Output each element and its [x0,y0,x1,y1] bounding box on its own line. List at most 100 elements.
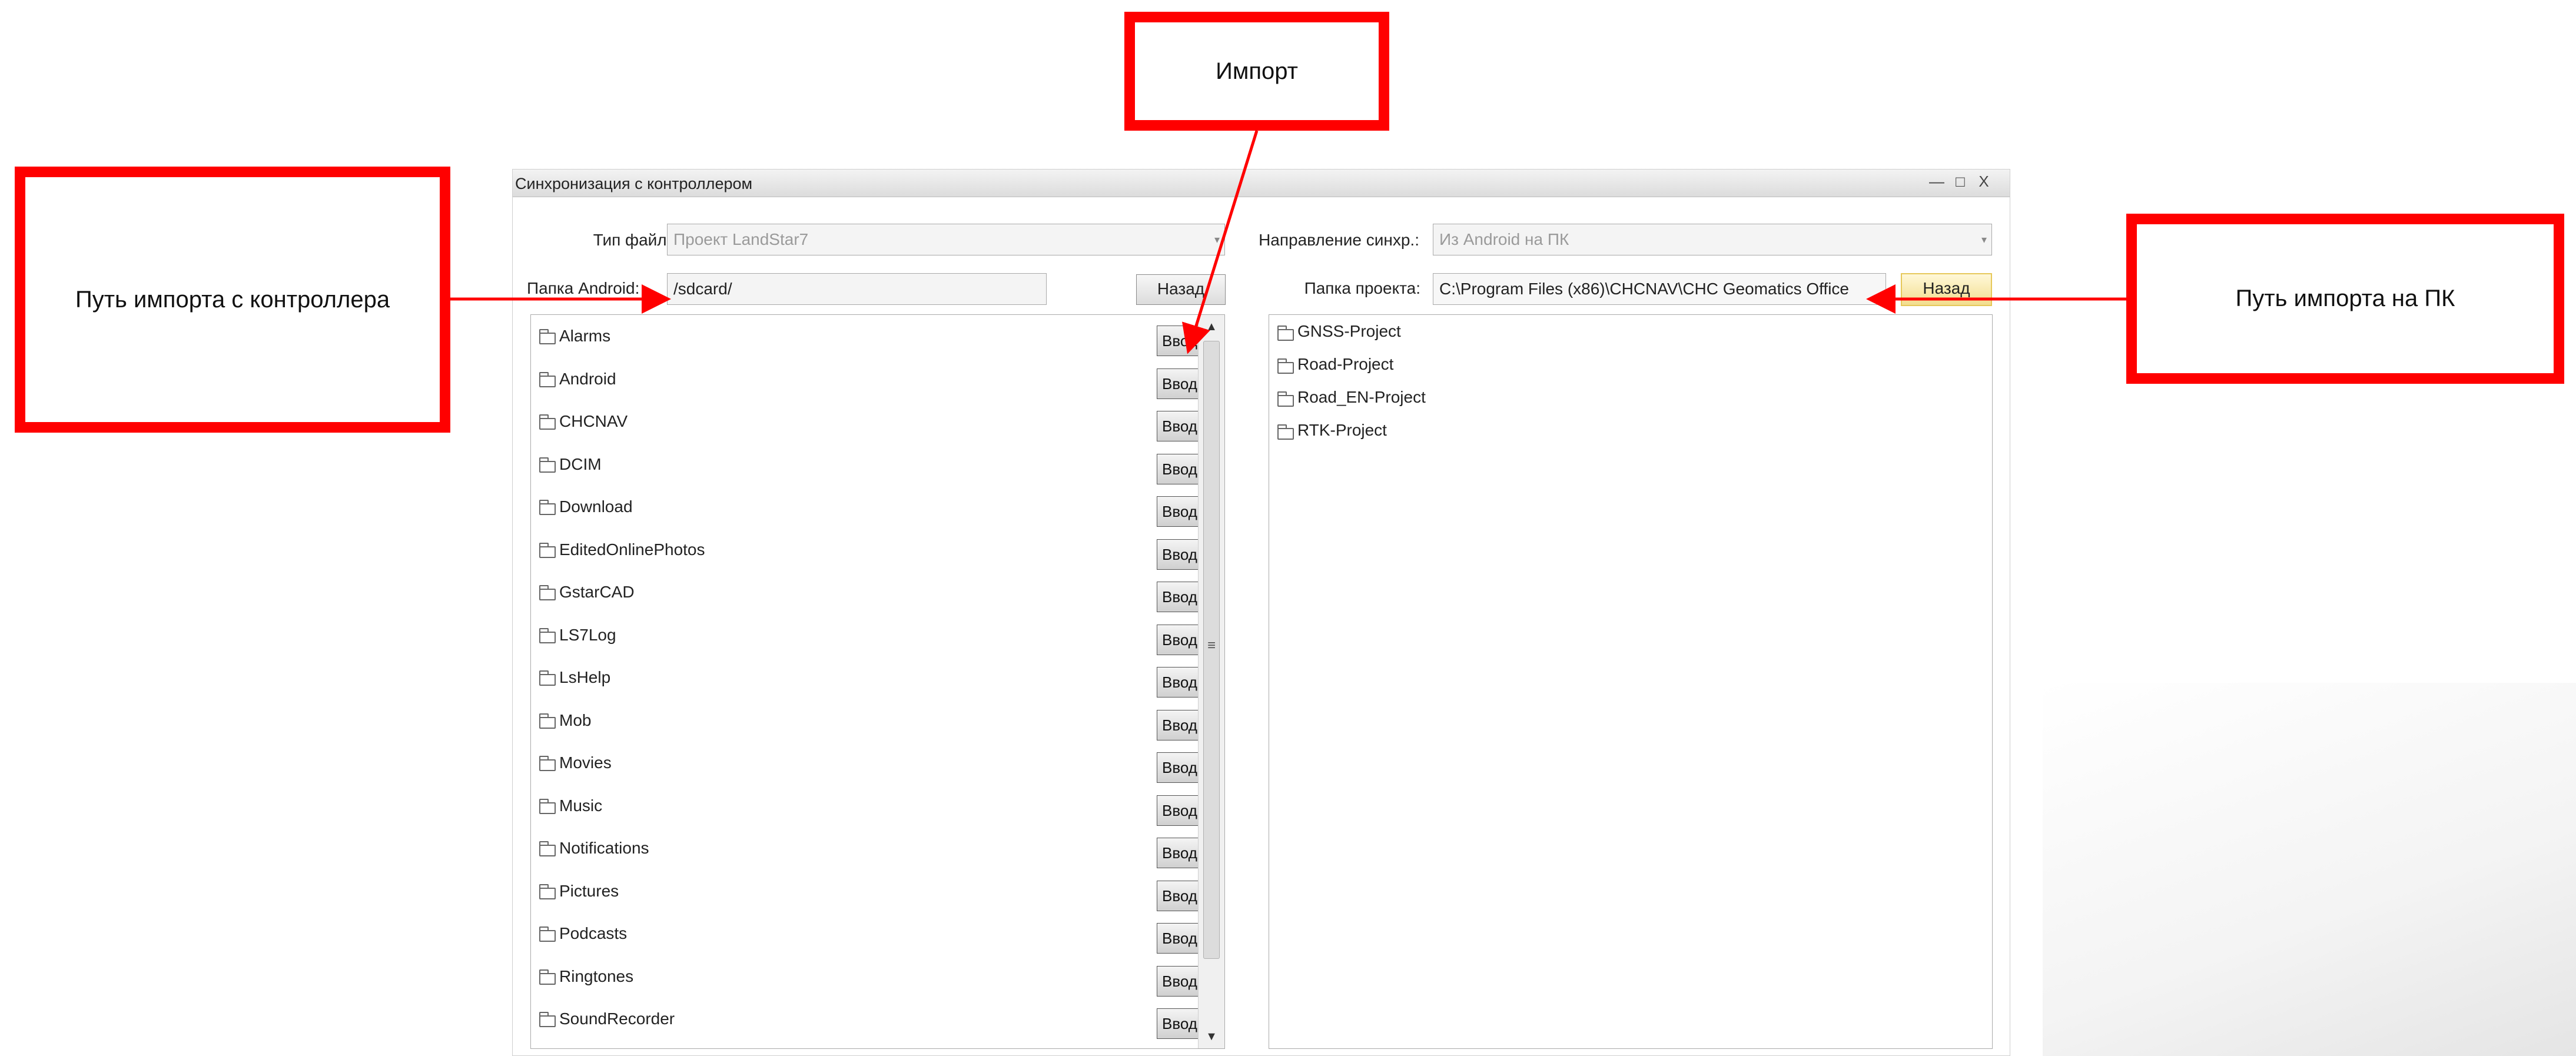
folder-name: Mob [559,710,592,729]
scroll-grip-icon: ≡ [1207,637,1216,653]
folder-icon [539,457,556,473]
android-list-scrollbar[interactable]: ▲ ≡ ▼ [1198,315,1224,1048]
folder-icon [539,798,556,814]
folder-name: Road-Project [1297,355,1394,373]
folder-name: SoundRecorder [559,1009,675,1028]
file-type-label: Тип файла: [593,231,680,249]
folder-name: Pictures [559,881,619,900]
callout-pc-path: Путь импорта на ПК [2126,214,2564,384]
enter-button[interactable]: Ввод [1157,453,1203,484]
scroll-down-arrow-icon[interactable]: ▼ [1199,1025,1224,1048]
list-item[interactable]: Movies Ввод [531,744,1203,786]
minimize-button[interactable]: — [1926,171,1947,191]
enter-button[interactable]: Ввод [1157,1008,1203,1039]
chevron-down-icon: ▾ [1214,234,1220,245]
window-titlebar[interactable]: Синхронизация с контроллером — □ X [513,170,2010,197]
android-folder-field[interactable]: /sdcard/ [667,273,1047,305]
project-folder-field[interactable]: C:\Program Files (x86)\CHCNAV\CHC Geomat… [1433,273,1886,305]
enter-button[interactable]: Ввод [1157,411,1203,441]
list-item[interactable]: Alarms Ввод [531,317,1203,360]
list-item[interactable]: Notifications Ввод [531,829,1203,872]
enter-button[interactable]: Ввод [1157,368,1203,399]
callout-import-text: Импорт [1216,58,1298,84]
folder-name: LsHelp [559,668,611,686]
sync-direction-label: Направление синхр.: [1259,231,1419,249]
folder-icon [539,414,556,430]
list-item[interactable]: Podcasts Ввод [531,915,1203,957]
enter-button[interactable]: Ввод [1157,880,1203,911]
list-item[interactable]: SoundRecorder Ввод [531,1000,1203,1042]
project-folder-label: Папка проекта: [1304,279,1420,297]
window-title: Синхронизация с контроллером [515,175,753,192]
folder-icon [539,627,556,643]
enter-button[interactable]: Ввод [1157,795,1203,826]
project-folder-value: C:\Program Files (x86)\CHCNAV\CHC Geomat… [1439,280,1849,298]
list-item[interactable]: EditedOnlinePhotos Ввод [531,531,1203,573]
enter-button[interactable]: Ввод [1157,326,1203,356]
enter-button[interactable]: Ввод [1157,667,1203,698]
folder-name: LS7Log [559,625,616,644]
folder-icon [539,371,556,387]
folder-icon [539,713,556,729]
close-button[interactable]: X [1973,171,1994,191]
list-item[interactable]: GNSS-Project [1269,317,1992,350]
folder-icon [539,927,556,942]
android-folder-label: Папка Android: [527,279,640,297]
list-item[interactable]: Mob Ввод [531,702,1203,744]
list-item[interactable]: Ringtones Ввод [531,958,1203,1000]
enter-button[interactable]: Ввод [1157,923,1203,954]
folder-name: EditedOnlinePhotos [559,540,705,559]
project-back-button[interactable]: Назад [1901,273,1992,306]
file-type-value: Проект LandStar7 [673,230,809,248]
folder-icon [539,969,556,985]
folder-name: Android [559,369,616,388]
enter-button[interactable]: Ввод [1157,624,1203,655]
scroll-thumb[interactable]: ≡ [1203,341,1220,959]
enter-button[interactable]: Ввод [1157,582,1203,612]
pc-folder-list[interactable]: GNSS-Project Road-Project Road_EN-Project R… [1269,314,1993,1049]
enter-button[interactable]: Ввод [1157,752,1203,783]
file-type-dropdown[interactable]: Проект LandStar7 ▾ [667,224,1225,255]
list-item[interactable]: GstarCAD Ввод [531,573,1203,616]
list-item[interactable]: Pictures Ввод [531,872,1203,915]
folder-icon [1277,424,1294,440]
list-item[interactable]: DCIM Ввод [531,446,1203,488]
folder-icon [539,756,556,771]
scroll-up-arrow-icon[interactable]: ▲ [1199,315,1224,338]
folder-icon [539,500,556,515]
folder-icon [539,585,556,600]
list-item[interactable]: Road_EN-Project [1269,383,1992,416]
list-item[interactable]: Download Ввод [531,488,1203,530]
callout-pc-path-text: Путь импорта на ПК [2235,285,2455,311]
sync-direction-dropdown[interactable]: Из Android на ПК ▾ [1433,224,1992,255]
callout-android-path-text: Путь импорта с контроллера [75,286,390,313]
folder-name: GstarCAD [559,583,635,601]
list-item[interactable]: LS7Log Ввод [531,616,1203,659]
folder-name: RTK-Project [1297,421,1387,439]
folder-name: Road_EN-Project [1297,388,1426,406]
enter-button[interactable]: Ввод [1157,539,1203,570]
folder-name: DCIM [559,454,602,473]
maximize-button[interactable]: □ [1950,171,1971,191]
folder-name: Ringtones [559,967,634,985]
folder-name: CHCNAV [559,412,628,430]
enter-button[interactable]: Ввод [1157,709,1203,740]
enter-button[interactable]: Ввод [1157,965,1203,997]
android-folder-list[interactable]: Alarms Ввод Android Ввод CHCNAV Ввод DCIM Ввод D… [530,314,1225,1049]
list-item[interactable]: Music Ввод [531,787,1203,829]
list-item[interactable]: LsHelp Ввод [531,659,1203,701]
list-item[interactable]: Road-Project [1269,350,1992,383]
folder-icon [539,542,556,558]
enter-button[interactable]: Ввод [1157,496,1203,527]
folder-icon [539,884,556,899]
enter-button[interactable]: Ввод [1157,838,1203,868]
list-item[interactable]: Android Ввод [531,360,1203,403]
folder-name: GNSS-Project [1297,322,1401,340]
android-back-button[interactable]: Назад [1136,274,1226,305]
list-item[interactable]: RTK-Project [1269,416,1992,449]
callout-android-path: Путь импорта с контроллера [15,167,450,433]
chevron-down-icon: ▾ [1981,234,1987,245]
list-item[interactable]: CHCNAV Ввод [531,403,1203,445]
folder-icon [1277,391,1294,407]
background-fade [2043,683,2576,1056]
